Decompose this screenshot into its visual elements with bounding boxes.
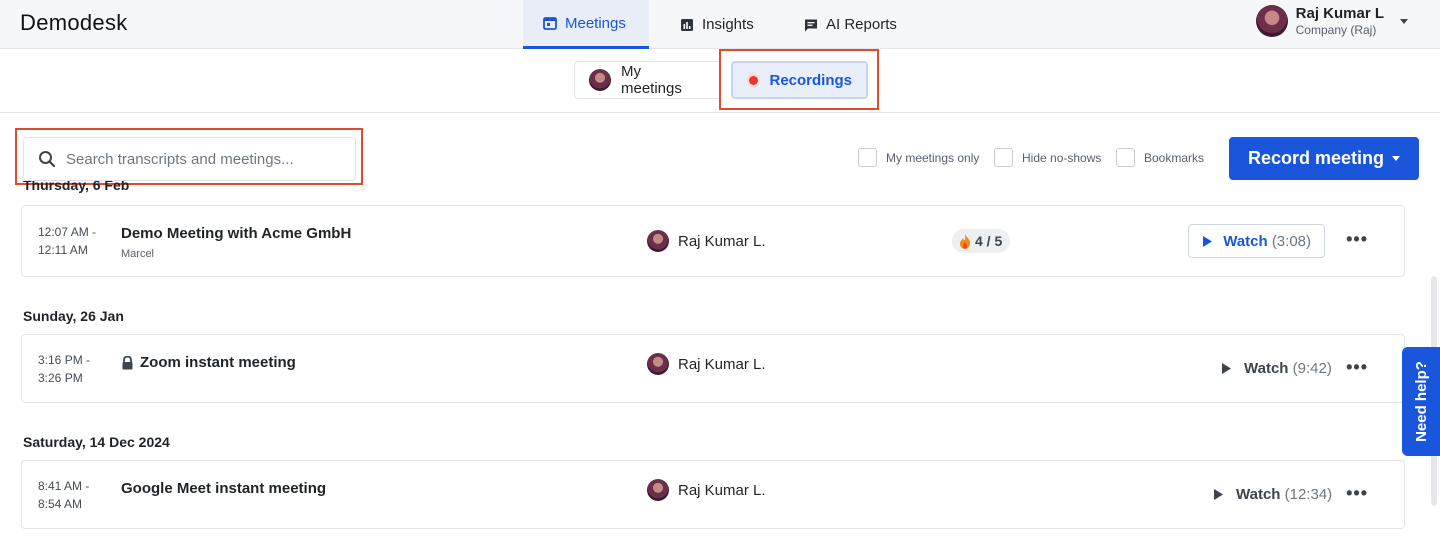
meeting-time: 8:41 AM - 8:54 AM bbox=[38, 479, 90, 511]
meeting-time: 3:16 PM - 3:26 PM bbox=[38, 353, 91, 385]
date-heading: Sunday, 26 Jan bbox=[23, 308, 124, 324]
filter-hide-no-shows[interactable]: Hide no-shows bbox=[994, 148, 1101, 167]
bookmarks-checkbox[interactable] bbox=[1116, 148, 1135, 167]
filter-bookmarks[interactable]: Bookmarks bbox=[1116, 148, 1204, 167]
user-company: Company (Raj) bbox=[1295, 23, 1377, 37]
avatar bbox=[647, 479, 669, 501]
search-highlight-box bbox=[15, 128, 363, 185]
tab-meetings[interactable]: Meetings bbox=[523, 0, 649, 49]
meeting-owner: Raj Kumar L. bbox=[647, 353, 766, 375]
more-options-icon[interactable]: ••• bbox=[1346, 357, 1368, 378]
calendar-icon bbox=[543, 17, 557, 30]
more-options-icon[interactable]: ••• bbox=[1346, 229, 1368, 250]
date-heading: Thursday, 6 Feb bbox=[23, 181, 130, 193]
need-help-button[interactable]: Need help? bbox=[1402, 347, 1440, 456]
avatar bbox=[647, 230, 669, 252]
chevron-down-icon[interactable] bbox=[1400, 18, 1408, 24]
record-meeting-button[interactable]: Record meeting bbox=[1229, 137, 1419, 180]
tab-insights-label: Insights bbox=[702, 16, 754, 33]
subtab-recordings-label: Recordings bbox=[769, 71, 852, 89]
hide-no-shows-checkbox[interactable] bbox=[994, 148, 1013, 167]
subtab-recordings[interactable]: Recordings bbox=[731, 61, 868, 99]
play-icon bbox=[1222, 363, 1231, 374]
need-help-label: Need help? bbox=[1412, 361, 1430, 442]
more-options-icon[interactable]: ••• bbox=[1346, 483, 1368, 504]
subtabs-bar: My meetings Recordings bbox=[0, 49, 1440, 113]
avatar bbox=[589, 69, 611, 91]
tab-meetings-label: Meetings bbox=[565, 14, 626, 32]
record-meeting-label: Record meeting bbox=[1248, 148, 1385, 168]
meeting-score-badge: 4 / 5 bbox=[952, 229, 1011, 253]
top-navigation: Demodesk Meetings Insights AI Reports Ra… bbox=[0, 0, 1440, 49]
bookmarks-label: Bookmarks bbox=[1144, 150, 1205, 165]
play-icon bbox=[1214, 489, 1223, 500]
hide-no-shows-label: Hide no-shows bbox=[1022, 150, 1102, 165]
user-name: Raj Kumar L bbox=[1295, 5, 1384, 22]
watch-button[interactable]: Watch (9:42) bbox=[1221, 360, 1332, 377]
my-meetings-only-checkbox[interactable] bbox=[858, 148, 877, 167]
chat-icon bbox=[805, 19, 817, 31]
bar-chart-icon bbox=[681, 18, 693, 31]
avatar bbox=[647, 353, 669, 375]
fire-icon bbox=[960, 233, 971, 249]
chevron-down-icon[interactable] bbox=[1392, 156, 1400, 161]
tab-ai-reports-label: AI Reports bbox=[826, 16, 897, 33]
filter-my-meetings-only[interactable]: My meetings only bbox=[858, 148, 979, 167]
meeting-row[interactable]: 3:16 PM - 3:26 PM Zoom instant meeting R… bbox=[21, 334, 1405, 403]
watch-button[interactable]: Watch (3:08) bbox=[1188, 224, 1325, 258]
meeting-owner: Raj Kumar L. bbox=[647, 479, 766, 501]
tab-ai-reports[interactable]: AI Reports bbox=[784, 0, 917, 49]
meeting-row[interactable]: 12:07 AM - 12:11 AM Demo Meeting with Ac… bbox=[21, 205, 1405, 277]
meeting-title[interactable]: Google Meet instant meeting bbox=[121, 480, 326, 497]
meeting-time: 12:07 AM - 12:11 AM bbox=[38, 225, 97, 257]
subtab-my-meetings-label: My meetings bbox=[621, 63, 682, 97]
date-heading: Saturday, 14 Dec 2024 bbox=[23, 434, 170, 450]
meeting-subtitle: Marcel bbox=[121, 248, 155, 260]
tab-insights[interactable]: Insights bbox=[660, 0, 774, 49]
meeting-owner: Raj Kumar L. bbox=[647, 230, 766, 252]
watch-button[interactable]: Watch (12:34) bbox=[1213, 486, 1332, 503]
user-menu[interactable]: Raj Kumar L Company (Raj) bbox=[1255, 5, 1408, 38]
meeting-row[interactable]: 8:41 AM - 8:54 AM Google Meet instant me… bbox=[21, 460, 1405, 529]
play-icon bbox=[1203, 235, 1213, 247]
meeting-title[interactable]: Demo Meeting with Acme GmbH bbox=[121, 225, 351, 242]
app-logo[interactable]: Demodesk bbox=[20, 10, 128, 36]
my-meetings-only-label: My meetings only bbox=[886, 150, 980, 165]
meeting-title[interactable]: Zoom instant meeting bbox=[121, 354, 296, 371]
record-dot-icon bbox=[747, 72, 760, 88]
subtab-my-meetings[interactable]: My meetings bbox=[574, 61, 721, 99]
user-avatar bbox=[1255, 5, 1288, 38]
lock-icon bbox=[122, 355, 133, 369]
